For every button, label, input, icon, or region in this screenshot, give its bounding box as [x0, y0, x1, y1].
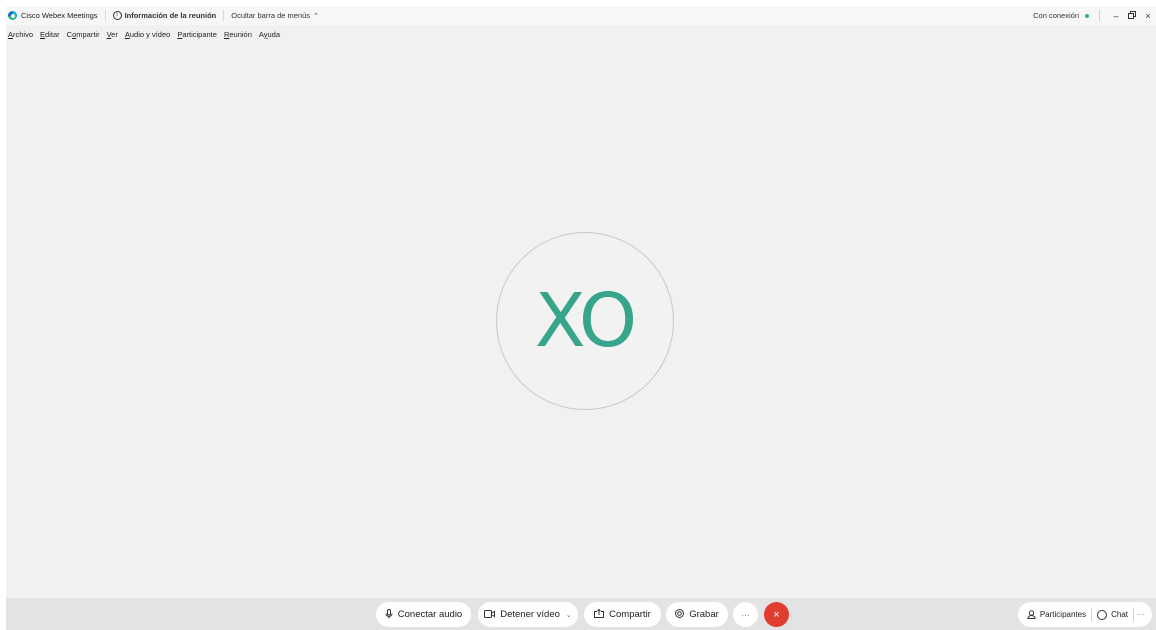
chevron-up-icon: ⌃ — [313, 12, 319, 20]
stop-video-button[interactable]: Detener vídeo ⌄ — [478, 602, 578, 627]
info-icon: i — [112, 11, 122, 20]
menu-item-2[interactable]: Compartir — [65, 30, 102, 39]
menu-item-7[interactable]: Ayuda — [257, 30, 282, 39]
connection-status: Con conexión — [1033, 11, 1079, 20]
share-button[interactable]: Compartir — [584, 602, 661, 627]
restore-button[interactable] — [1124, 10, 1140, 21]
webex-logo-icon — [8, 11, 17, 20]
menu-item-1[interactable]: Editar — [38, 30, 62, 39]
record-button[interactable]: Grabar — [666, 602, 728, 627]
title-divider — [223, 10, 225, 21]
avatar-initials: XO — [534, 278, 637, 364]
connect-audio-label: Conectar audio — [397, 609, 463, 620]
stop-video-label: Detener vídeo — [500, 609, 560, 620]
close-window-button[interactable]: × — [1140, 11, 1156, 21]
share-icon — [594, 608, 605, 620]
meeting-info-label: Información de la reunión — [124, 11, 217, 20]
participant-avatar: XO — [496, 232, 674, 410]
connect-audio-button[interactable]: Conectar audio — [376, 602, 471, 627]
minimize-button[interactable]: – — [1108, 11, 1124, 21]
participants-label: Participantes — [1039, 610, 1087, 619]
record-label: Grabar — [689, 609, 719, 620]
menu-item-4[interactable]: Audio y vídeo — [123, 30, 172, 39]
meeting-controls-bar: Conectar audio Detener vídeo ⌄ Compartir… — [6, 598, 1156, 630]
more-options-button[interactable]: ··· — [733, 602, 758, 627]
microphone-icon — [385, 608, 393, 621]
hide-menubar-button[interactable]: Ocultar barra de menús ⌃ — [231, 11, 319, 20]
chat-button[interactable]: Chat — [1092, 609, 1133, 620]
participants-button[interactable]: Participantes — [1022, 610, 1091, 619]
restore-icon — [1128, 10, 1136, 19]
video-stage: XO — [6, 44, 1156, 598]
chevron-down-icon[interactable]: ⌄ — [566, 611, 572, 619]
hide-menubar-label: Ocultar barra de menús — [231, 11, 311, 20]
title-bar: Cisco Webex Meetings i Información de la… — [6, 6, 1156, 25]
menu-item-5[interactable]: Participante — [175, 30, 219, 39]
person-icon — [1027, 610, 1036, 619]
chat-label: Chat — [1111, 610, 1128, 619]
title-divider — [104, 10, 106, 21]
menu-item-3[interactable]: Ver — [105, 30, 120, 39]
window-controls-divider — [1099, 10, 1100, 21]
panel-buttons: Participantes Chat ··· — [1017, 602, 1152, 627]
connection-dot-icon — [1085, 13, 1089, 18]
webex-window: Cisco Webex Meetings i Información de la… — [6, 6, 1156, 630]
record-icon — [675, 609, 685, 620]
video-camera-icon — [484, 609, 496, 620]
menu-bar: Archivo Editar Compartir Ver Audio y vídeo Pa… — [6, 27, 1156, 41]
share-label: Compartir — [609, 609, 651, 620]
panel-more-button[interactable]: ··· — [1134, 610, 1148, 619]
menu-item-0[interactable]: Archivo — [6, 30, 35, 39]
meeting-info-button[interactable]: i Información de la reunión — [112, 11, 217, 20]
end-meeting-button[interactable]: × — [764, 602, 789, 627]
app-title: Cisco Webex Meetings — [21, 11, 98, 20]
title-right: Con conexión – × — [1033, 6, 1156, 25]
menu-item-6[interactable]: Reunión — [222, 30, 254, 39]
chat-bubble-icon — [1097, 609, 1108, 620]
